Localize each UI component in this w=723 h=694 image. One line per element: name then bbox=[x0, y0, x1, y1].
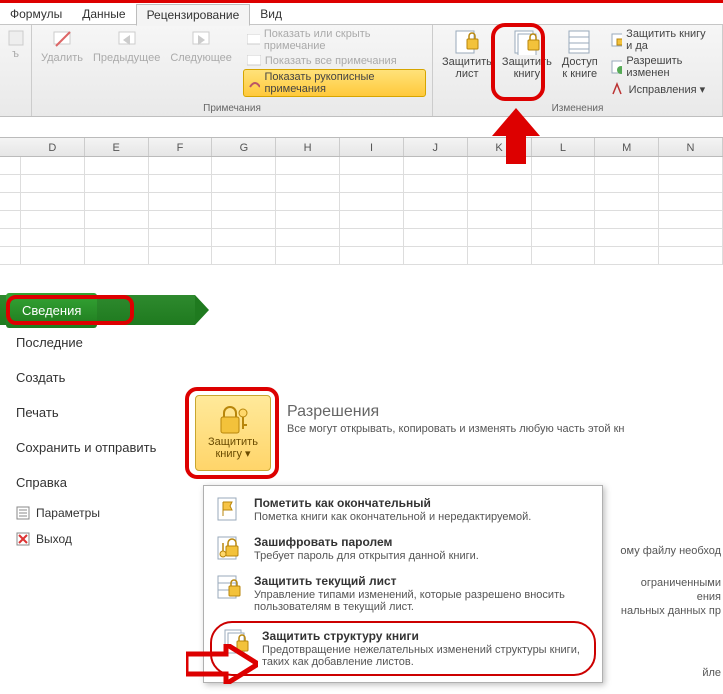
sidebar-item-options[interactable]: Параметры bbox=[0, 500, 195, 526]
book-lock-icon bbox=[514, 29, 540, 55]
sidebar-item-help[interactable]: Справка bbox=[0, 465, 195, 500]
col-header[interactable]: H bbox=[276, 138, 340, 156]
delete-comment-button[interactable]: Удалить bbox=[38, 27, 86, 67]
protect-menu: Пометить как окончательныйПометка книги … bbox=[203, 485, 603, 683]
track-icon bbox=[611, 82, 625, 96]
sidebar-item-exit[interactable]: Выход bbox=[0, 526, 195, 552]
sidebar-item-new[interactable]: Создать bbox=[0, 360, 195, 395]
menu-item-protect-sheet[interactable]: Защитить текущий листУправление типами и… bbox=[204, 568, 602, 619]
book-lock-small-icon bbox=[611, 33, 623, 47]
col-header[interactable]: K bbox=[468, 138, 532, 156]
col-header[interactable]: G bbox=[212, 138, 276, 156]
backstage: Сведения Последние Создать Печать Сохран… bbox=[0, 295, 723, 694]
comments-icon bbox=[247, 55, 261, 67]
protect-workbook-button[interactable]: Защититькнигу bbox=[499, 27, 555, 82]
cutoff-text: йле bbox=[702, 667, 721, 679]
permissions-subtitle: Все могут открывать, копировать и изменя… bbox=[287, 423, 723, 435]
col-header[interactable]: E bbox=[85, 138, 149, 156]
cutoff-text: нальных данных пр bbox=[621, 605, 721, 617]
sidebar-item-print[interactable]: Печать bbox=[0, 395, 195, 430]
sheet-lock-icon bbox=[454, 29, 480, 55]
tab-data[interactable]: Данные bbox=[72, 4, 135, 24]
final-icon bbox=[216, 496, 242, 522]
permissions-title: Разрешения bbox=[287, 403, 723, 421]
share-workbook-button[interactable]: Доступк книге bbox=[559, 27, 601, 82]
protect-share-button[interactable]: Защитить книгу и да bbox=[607, 27, 716, 53]
col-header[interactable]: D bbox=[21, 138, 85, 156]
book-share-icon bbox=[567, 29, 593, 55]
ink-icon bbox=[248, 77, 261, 89]
lock-key-icon bbox=[217, 405, 249, 435]
options-icon bbox=[16, 506, 30, 520]
structure-lock-icon bbox=[224, 629, 250, 655]
show-ink-button[interactable]: Показать рукописные примечания bbox=[243, 69, 426, 97]
show-hide-comment[interactable]: Показать или скрыть примечание bbox=[243, 27, 426, 53]
prev-comment-button[interactable]: Предыдущее bbox=[90, 27, 163, 67]
group-changes-label: Изменения bbox=[552, 103, 604, 116]
allow-icon bbox=[611, 60, 623, 74]
col-header[interactable]: M bbox=[595, 138, 659, 156]
backstage-content: Защититькнигу ▾ Разрешения Все могут отк… bbox=[195, 295, 723, 694]
sidebar-item-recent[interactable]: Последние bbox=[0, 325, 195, 360]
comment-icon bbox=[247, 34, 260, 46]
allow-changes-button[interactable]: Разрешить изменен bbox=[607, 54, 716, 80]
menu-item-encrypt[interactable]: Зашифровать паролемТребует пароль для от… bbox=[204, 529, 602, 568]
show-all-comments[interactable]: Показать все примечания bbox=[243, 54, 426, 68]
cutoff-text: ограниченными bbox=[641, 577, 721, 589]
protect-sheet-button[interactable]: Защититьлист bbox=[439, 27, 495, 82]
sidebar-item-save-send[interactable]: Сохранить и отправить bbox=[0, 430, 195, 465]
tab-review[interactable]: Рецензирование bbox=[136, 4, 251, 26]
ribbon: ъ Удалить Предыдущее Следующее Показать … bbox=[0, 25, 723, 117]
col-header[interactable]: F bbox=[149, 138, 213, 156]
col-header[interactable]: N bbox=[659, 138, 723, 156]
backstage-sidebar: Сведения Последние Создать Печать Сохран… bbox=[0, 295, 195, 694]
ribbon-tabs: Формулы Данные Рецензирование Вид bbox=[0, 3, 723, 25]
column-headers: D E F G H I J K L M N bbox=[0, 137, 723, 157]
col-header[interactable]: I bbox=[340, 138, 404, 156]
menu-item-mark-final[interactable]: Пометить как окончательныйПометка книги … bbox=[204, 490, 602, 529]
sidebar-item-info[interactable]: Сведения bbox=[6, 293, 97, 328]
group-comments-label: Примечания bbox=[203, 103, 261, 116]
cutoff-text: ения bbox=[697, 591, 721, 603]
protect-workbook-dropdown[interactable]: Защититькнигу ▾ bbox=[195, 395, 271, 471]
cutoff-text: ому файлу необход bbox=[620, 545, 721, 557]
sheet-lock-icon bbox=[216, 574, 242, 600]
exit-icon bbox=[16, 532, 30, 546]
btn-truncated[interactable]: ъ bbox=[4, 27, 28, 63]
col-header[interactable]: J bbox=[404, 138, 468, 156]
col-header[interactable]: L bbox=[532, 138, 596, 156]
track-changes-button[interactable]: Исправления ▾ bbox=[607, 81, 716, 97]
tab-view[interactable]: Вид bbox=[250, 4, 292, 24]
menu-item-protect-structure[interactable]: Защитить структуру книгиПредотвращение н… bbox=[210, 621, 596, 676]
encrypt-icon bbox=[216, 535, 242, 561]
next-comment-button[interactable]: Следующее bbox=[167, 27, 235, 67]
tab-formulas[interactable]: Формулы bbox=[0, 4, 72, 24]
sheet-cells[interactable] bbox=[0, 157, 723, 265]
